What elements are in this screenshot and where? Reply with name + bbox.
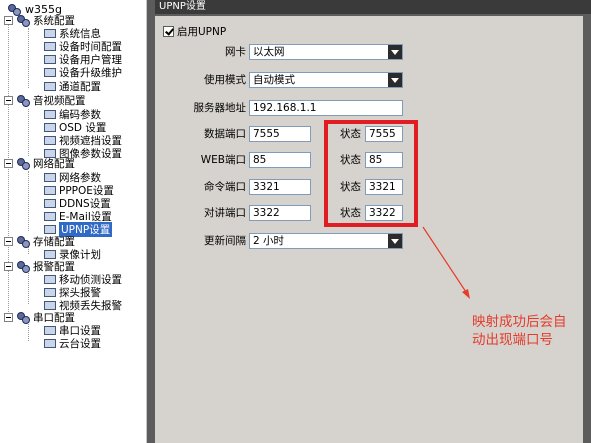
annotation-line-1: 映射成功后会自 [472, 314, 567, 330]
annotation-text: 映射成功后会自 动出现端口号 [472, 313, 591, 349]
annotation-arrow-icon [422, 226, 470, 299]
annotation-line-2: 动出现端口号 [472, 332, 553, 348]
